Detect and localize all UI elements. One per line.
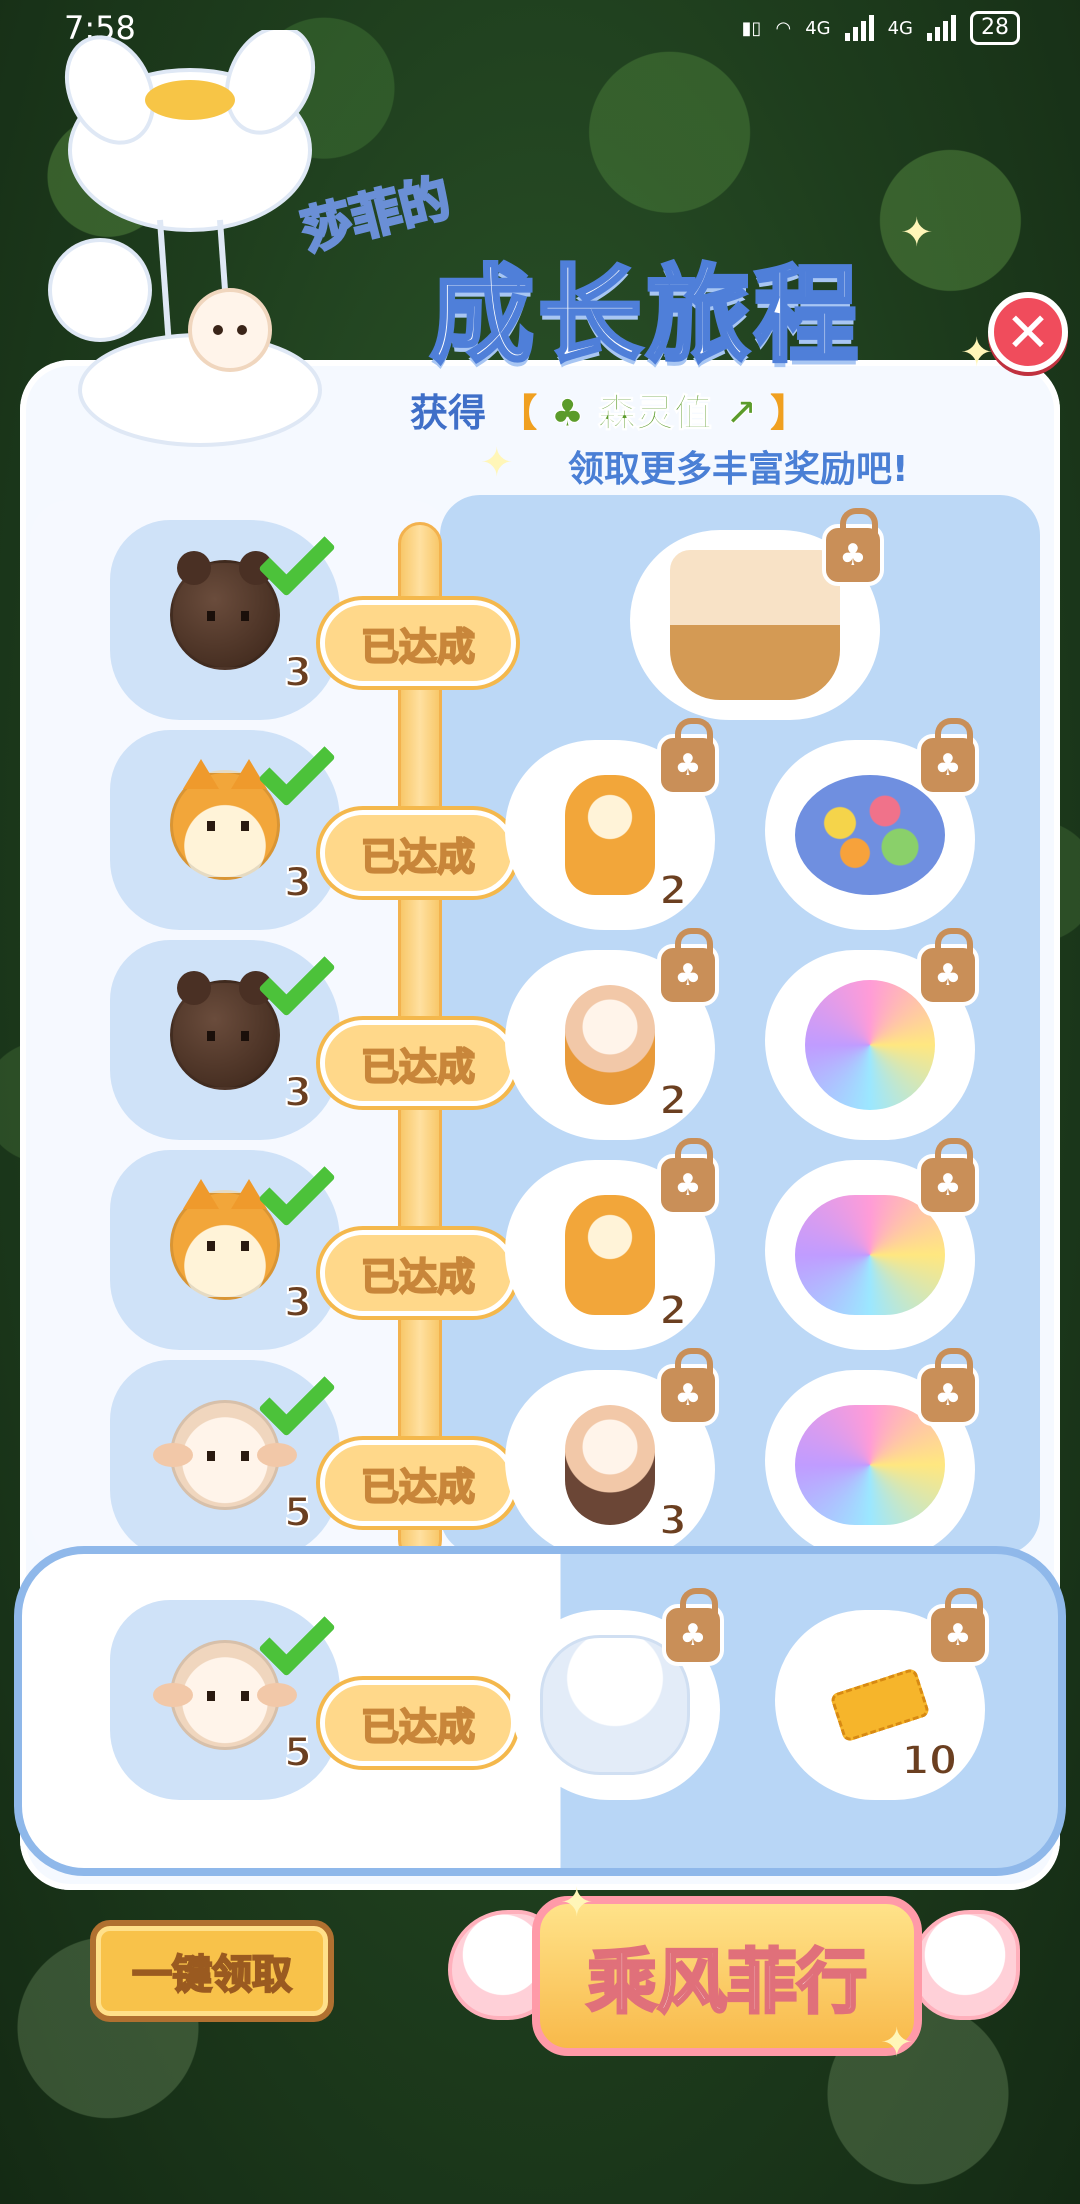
reward-item[interactable]: ♣ [765, 928, 979, 1140]
signal-icon-2 [927, 15, 956, 41]
level-row: 3 已达成 ♣ 2 ♣ [0, 1138, 1080, 1360]
achieved-status: 已达成 [320, 600, 516, 686]
rainbow-swirl-icon [795, 1405, 945, 1525]
network-label-1: 4G [805, 17, 831, 39]
reward-item[interactable]: ♣ [765, 1348, 979, 1560]
reward-quantity: 2 [658, 1287, 688, 1335]
close-icon: ✕ [1005, 300, 1051, 364]
bear-icon [170, 971, 280, 1090]
achieved-status: 已达成 [320, 1020, 516, 1106]
reward-item[interactable]: ♣ [630, 508, 884, 720]
lock-icon: ♣ [927, 1588, 989, 1666]
sparkle-icon: ✦ [880, 2020, 914, 2066]
arrow-up-icon: ↗ [725, 391, 758, 436]
bear-icon [170, 551, 280, 670]
shiba-icon [170, 1179, 280, 1300]
achieved-status: 已达成 [320, 1440, 516, 1526]
close-button[interactable]: ✕ [988, 292, 1068, 372]
signal-icon-1 [844, 15, 874, 41]
sheep-figure-icon [565, 1405, 655, 1525]
sheep-basket-icon [670, 550, 840, 700]
subtitle-line1: 获得 【 ♣ 森灵值 ↗ 】 [410, 391, 809, 436]
network-label-2: 4G [887, 17, 913, 39]
sheep-figure-icon [565, 985, 655, 1105]
shiba-figure-icon [565, 775, 655, 895]
battery-indicator: 28 [970, 11, 1020, 45]
reward-item[interactable]: ♣ 2 [505, 928, 719, 1140]
level-row: 5 已达成 ♣ 3 ♣ [0, 1348, 1080, 1570]
level-row-final: 5 已达成 ♣ ♣ 10 [0, 1588, 1080, 1810]
ticket-icon [829, 1667, 931, 1743]
sparkle-icon: ✦ [560, 1880, 594, 1926]
level-row: 3 已达成 ♣ 2 ♣ [0, 718, 1080, 940]
collect-all-button[interactable]: 一键领取 [90, 1920, 334, 2022]
reward-item[interactable]: ♣ [765, 718, 979, 930]
requirement-count: 5 [283, 1489, 313, 1537]
requirement-count: 3 [283, 649, 313, 697]
reward-item[interactable]: ♣ 2 [505, 718, 719, 930]
lock-icon: ♣ [917, 718, 979, 796]
clover-icon: ♣ [550, 391, 585, 436]
level-row: 3 已达成 ♣ [0, 508, 1080, 730]
sparkle-icon: ✦ [480, 440, 514, 486]
requirement-count: 5 [283, 1729, 313, 1777]
title-block: 莎菲的 成长旅程 [295, 167, 940, 378]
subtitle-line2: 领取更多丰富奖励吧! [568, 449, 909, 490]
reward-quantity: 2 [658, 1077, 688, 1125]
rainbow-swirl-icon [795, 1195, 945, 1315]
achieved-status: 已达成 [320, 1230, 516, 1316]
lock-icon: ♣ [657, 1138, 719, 1216]
requirement-count: 3 [283, 859, 313, 907]
reward-item[interactable]: ♣ 2 [505, 1138, 719, 1350]
lock-icon: ♣ [657, 928, 719, 1006]
shiba-figure-icon [565, 1195, 655, 1315]
lock-icon: ♣ [822, 508, 884, 586]
lock-icon: ♣ [917, 1348, 979, 1426]
lock-icon: ♣ [657, 1348, 719, 1426]
sheep-icon [153, 1400, 297, 1510]
wifi-icon: ◠ [775, 17, 792, 39]
requirement-count: 3 [283, 1279, 313, 1327]
lock-icon: ♣ [917, 1138, 979, 1216]
sheep-icon [153, 1640, 297, 1750]
reward-quantity: 10 [900, 1737, 958, 1785]
reward-item[interactable]: ♣ [765, 1138, 979, 1350]
achieved-status: 已达成 [320, 810, 516, 896]
vibrate-icon: ▮▯ [741, 17, 762, 39]
page-title: 成长旅程 [428, 252, 863, 378]
flower-bouquet-icon [795, 775, 945, 895]
requirement-count: 3 [283, 1069, 313, 1117]
sparkle-icon: ✦ [900, 210, 934, 256]
lock-icon: ♣ [662, 1588, 724, 1666]
currency-name: 森灵值 [597, 391, 712, 436]
level-row: 3 已达成 ♣ 2 ♣ [0, 928, 1080, 1150]
rainbow-planet-icon [805, 980, 935, 1110]
reward-item[interactable]: ♣ [510, 1588, 724, 1800]
lock-icon: ♣ [657, 718, 719, 796]
shiba-icon [170, 759, 280, 880]
reward-item[interactable]: ♣ 10 [775, 1588, 989, 1800]
reward-quantity: 3 [658, 1497, 688, 1545]
reward-item[interactable]: ♣ 3 [505, 1348, 719, 1560]
achieved-status: 已达成 [320, 1680, 516, 1766]
lock-icon: ♣ [917, 928, 979, 1006]
reward-quantity: 2 [658, 867, 688, 915]
